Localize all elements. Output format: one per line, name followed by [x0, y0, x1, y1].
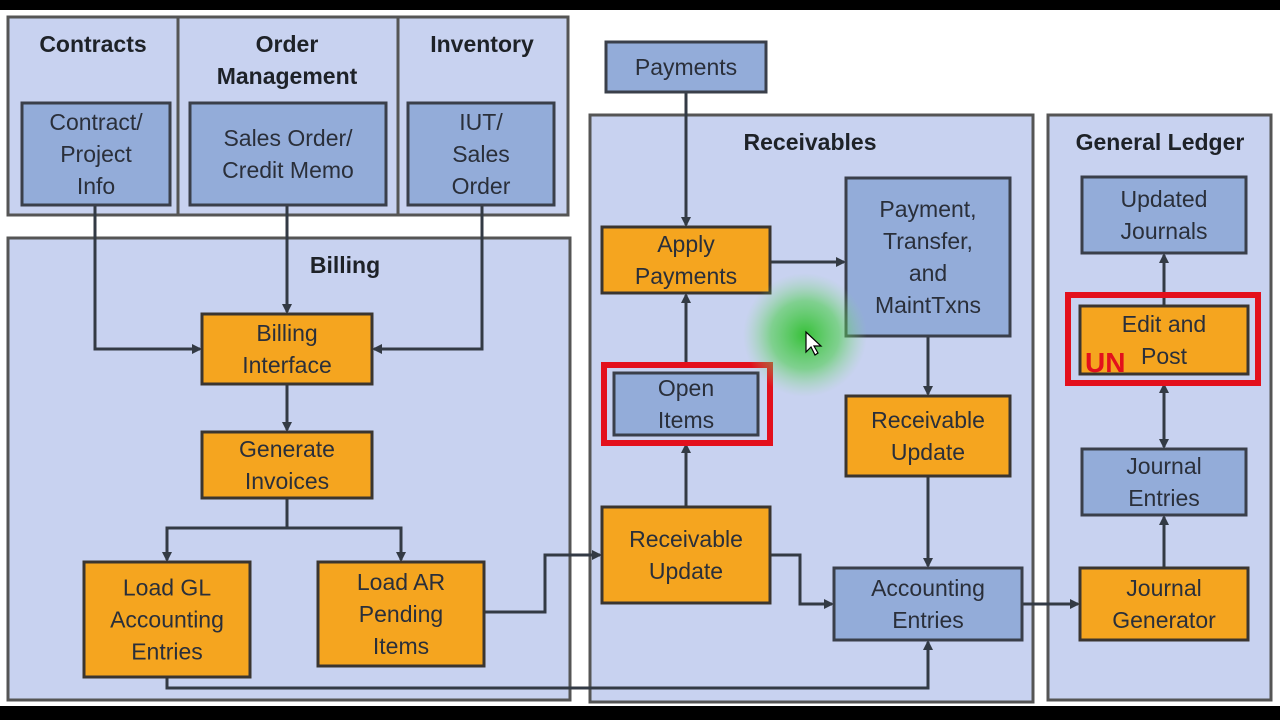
box-load-gl-accounting-entries-label: Entries — [131, 639, 203, 665]
box-billing-interface-label: Billing — [256, 320, 317, 346]
box-payment-transfer-maint-label: Transfer, — [883, 228, 973, 254]
box-updated-journals-label: Updated — [1121, 186, 1208, 212]
box-generate-invoices-label: Invoices — [245, 468, 329, 494]
box-accounting-entries-label: Entries — [892, 607, 964, 633]
box-iut-sales-order-label: Sales — [452, 141, 510, 167]
box-open-items-label: Open — [658, 375, 714, 401]
box-payment-transfer-maint-label: and — [909, 260, 947, 286]
box-journal-generator-label: Journal — [1126, 575, 1201, 601]
box-load-ar-pending-items-label: Pending — [359, 601, 443, 627]
box-accounting-entries-label: Accounting — [871, 575, 985, 601]
box-apply-payments-label: Payments — [635, 263, 737, 289]
box-load-ar-pending-items-label: Load AR — [357, 569, 445, 595]
box-payments-label: Payments — [635, 54, 737, 80]
box-contract-project-info-label: Info — [77, 173, 115, 199]
section-title-receivables: Receivables — [744, 129, 877, 155]
box-sales-order-credit-memo[interactable] — [188, 101, 388, 207]
box-iut-sales-order-label: Order — [452, 173, 511, 199]
box-updated-journals-label: Journals — [1121, 218, 1208, 244]
box-payment-transfer-maint-label: MaintTxns — [875, 292, 981, 318]
box-open-items-label: Items — [658, 407, 714, 433]
box-journal-generator-label: Generator — [1112, 607, 1216, 633]
box-load-gl-accounting-entries-label: Load GL — [123, 575, 211, 601]
box-sales-order-credit-memo-label: Credit Memo — [222, 157, 354, 183]
un-annotation: UN — [1085, 347, 1125, 378]
box-iut-sales-order-label: IUT/ — [459, 109, 503, 135]
section-title-billing: Billing — [310, 252, 380, 278]
section-title-order-management: Management — [217, 63, 358, 89]
section-title-order-management: Order — [256, 31, 319, 57]
box-sales-order-credit-memo-label: Sales Order/ — [223, 125, 353, 151]
box-receivable-update-left-label: Receivable — [629, 526, 743, 552]
cursor-glow — [743, 273, 867, 397]
box-journal-entries-label: Entries — [1128, 485, 1200, 511]
box-apply-payments-label: Apply — [657, 231, 715, 257]
box-journal-entries-label: Journal — [1126, 453, 1201, 479]
box-edit-and-post-label: Post — [1141, 343, 1188, 369]
process-flow-diagram: Contracts Order Management Inventory Billing… — [0, 10, 1280, 706]
box-edit-and-post-label: Edit and — [1122, 311, 1206, 337]
box-receivable-update-right-label: Update — [891, 439, 965, 465]
box-receivable-update-right-label: Receivable — [871, 407, 985, 433]
box-load-ar-pending-items-label: Items — [373, 633, 429, 659]
section-title-inventory: Inventory — [430, 31, 534, 57]
box-payment-transfer-maint-label: Payment, — [879, 196, 976, 222]
box-load-gl-accounting-entries-label: Accounting — [110, 607, 224, 633]
box-billing-interface-label: Interface — [242, 352, 332, 378]
section-title-contracts: Contracts — [39, 31, 146, 57]
box-contract-project-info-label: Contract/ — [49, 109, 143, 135]
box-receivable-update-left-label: Update — [649, 558, 723, 584]
section-title-general-ledger: General Ledger — [1076, 129, 1245, 155]
box-contract-project-info-label: Project — [60, 141, 132, 167]
box-generate-invoices-label: Generate — [239, 436, 335, 462]
box-receivable-update-left[interactable] — [600, 505, 772, 605]
